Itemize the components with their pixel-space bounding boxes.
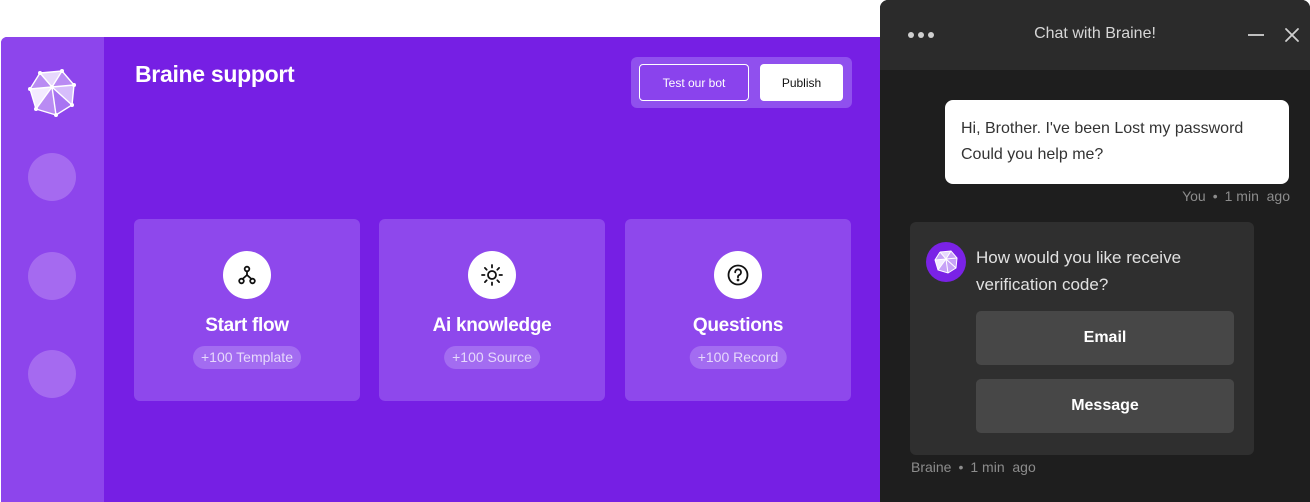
braine-logo-icon[interactable]	[26, 67, 78, 119]
card-start-flow[interactable]: Start flow +100 Template	[134, 219, 360, 401]
header-actions: Test our bot Publish	[631, 57, 852, 108]
option-email-button[interactable]: Email	[976, 311, 1234, 365]
bot-avatar-icon	[926, 242, 966, 282]
card-title: Start flow	[205, 315, 289, 336]
sun-icon	[468, 251, 516, 299]
question-icon	[714, 251, 762, 299]
minimize-icon[interactable]	[1246, 22, 1266, 48]
user-message-line: Hi, Brother. I've been Lost my password	[961, 120, 1244, 137]
sidebar-nav-item-3[interactable]	[28, 350, 76, 398]
card-badge: +100 Record	[689, 346, 787, 369]
publish-button[interactable]: Publish	[760, 64, 843, 101]
card-badge: +100 Source	[444, 346, 540, 369]
user-message-line: Could you help me?	[961, 146, 1104, 163]
card-title: Ai knowledge	[432, 315, 552, 336]
card-title: Questions	[692, 315, 784, 336]
message-author: You	[1182, 188, 1206, 204]
user-message-bubble: Hi, Brother. I've been Lost my password …	[945, 100, 1289, 184]
chat-header: Chat with Braine!	[880, 0, 1310, 70]
bot-message-text: How would you like receive verification …	[976, 248, 1182, 294]
card-questions[interactable]: Questions +100 Record	[625, 219, 851, 401]
chat-panel: Chat with Braine! Hi, Brother. I've been…	[880, 0, 1310, 502]
test-bot-button[interactable]: Test our bot	[639, 64, 749, 101]
card-badge: +100 Template	[193, 346, 301, 369]
flow-icon	[223, 251, 271, 299]
page-title: Braine support	[135, 61, 295, 87]
close-icon[interactable]	[1282, 22, 1302, 48]
sidebar	[1, 37, 104, 502]
bot-message-meta: Braine • 1 min ago	[911, 459, 1036, 475]
sidebar-nav-item-2[interactable]	[28, 252, 76, 300]
option-message-button[interactable]: Message	[976, 379, 1234, 433]
message-time: 1 min ago	[970, 459, 1036, 475]
message-time: 1 min ago	[1224, 188, 1290, 204]
card-ai-knowledge[interactable]: Ai knowledge +100 Source	[379, 219, 605, 401]
sidebar-nav-item-1[interactable]	[28, 153, 76, 201]
message-author: Braine	[911, 459, 952, 475]
user-message-meta: You • 1 min ago	[1182, 188, 1290, 204]
bot-message-bubble: How would you like receive verification …	[910, 222, 1254, 455]
